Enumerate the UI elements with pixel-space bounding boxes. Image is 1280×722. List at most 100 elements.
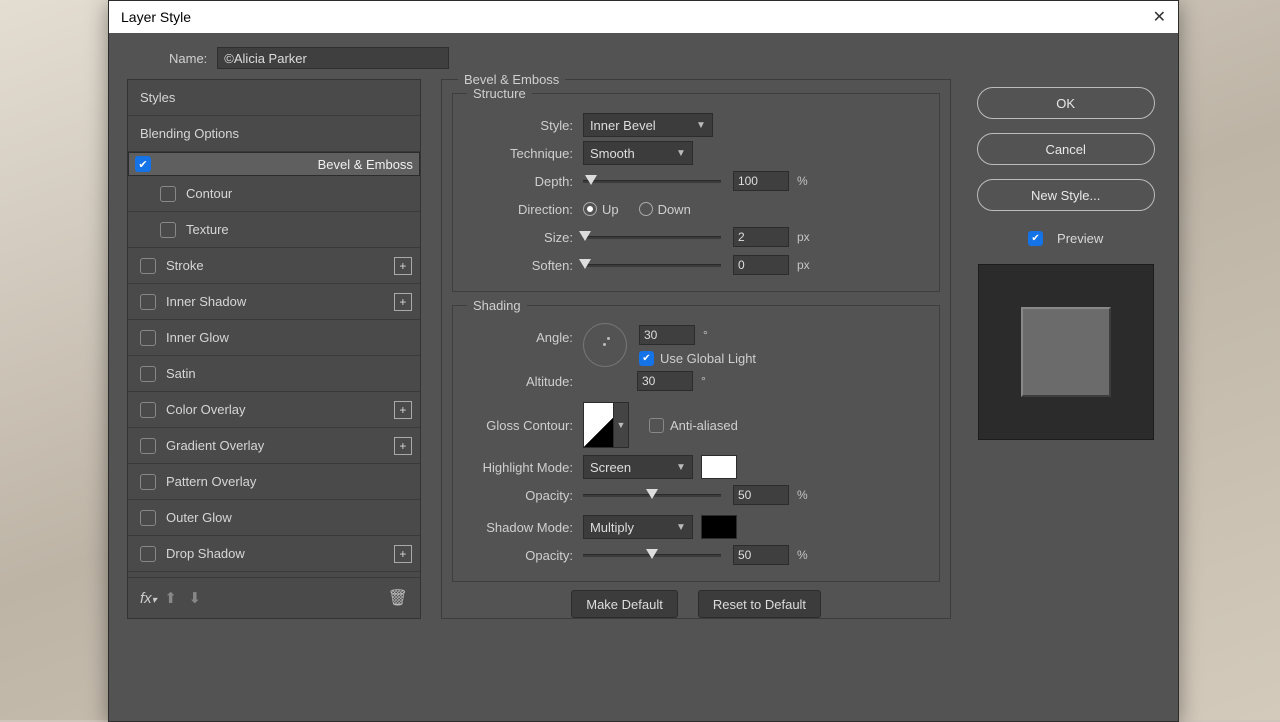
right-panel: OK Cancel New Style... ✔Preview — [971, 79, 1160, 619]
gloss-contour-picker[interactable]: ▼ — [583, 402, 629, 448]
panel-title: Bevel & Emboss — [458, 72, 565, 87]
direction-up-radio[interactable]: Up — [583, 202, 619, 217]
checkbox-icon[interactable] — [140, 330, 156, 346]
chevron-down-icon: ▼ — [676, 522, 686, 533]
plus-icon[interactable]: + — [394, 257, 412, 275]
sidebar-item-gradient-overlay[interactable]: Gradient Overlay+ — [128, 428, 420, 464]
sidebar-item-label: Inner Shadow — [166, 294, 246, 309]
sh-opacity-slider[interactable] — [583, 548, 721, 562]
sidebar-item-styles[interactable]: Styles — [128, 80, 420, 116]
global-light-checkbox[interactable]: ✔Use Global Light — [639, 347, 756, 369]
default-buttons-row: Make Default Reset to Default — [442, 590, 950, 618]
checkbox-icon[interactable] — [160, 186, 176, 202]
checkbox-icon[interactable]: ✔ — [135, 156, 151, 172]
sidebar-item-label: Styles — [140, 90, 175, 105]
layer-style-dialog: Layer Style ✕ Name: Styles Blending Optio… — [108, 0, 1179, 722]
angle-input[interactable] — [639, 325, 695, 345]
fx-icon[interactable]: fx▾ — [140, 590, 157, 607]
sidebar-item-bevel-emboss[interactable]: ✔Bevel & Emboss — [128, 152, 420, 176]
depth-input[interactable] — [733, 171, 789, 191]
sidebar-item-stroke[interactable]: Stroke + — [128, 248, 420, 284]
preview-box — [978, 264, 1154, 440]
antialiased-checkbox[interactable]: Anti-aliased — [649, 418, 738, 433]
checkbox-icon[interactable] — [140, 258, 156, 274]
make-default-button[interactable]: Make Default — [571, 590, 678, 618]
sh-opacity-input[interactable] — [733, 545, 789, 565]
checkbox-icon[interactable] — [140, 402, 156, 418]
technique-label: Technique: — [467, 146, 583, 161]
plus-icon[interactable]: + — [394, 545, 412, 563]
soften-label: Soften: — [467, 258, 583, 273]
sidebar-item-blending-options[interactable]: Blending Options — [128, 116, 420, 152]
highlight-mode-select[interactable]: Screen▼ — [583, 455, 693, 479]
chevron-down-icon: ▼ — [676, 462, 686, 473]
style-select[interactable]: Inner Bevel▼ — [583, 113, 713, 137]
plus-icon[interactable]: + — [394, 401, 412, 419]
close-icon[interactable]: ✕ — [1153, 7, 1166, 27]
hl-opacity-label: Opacity: — [467, 488, 583, 503]
sidebar-item-drop-shadow[interactable]: Drop Shadow+ — [128, 536, 420, 572]
checkbox-icon[interactable] — [140, 510, 156, 526]
soften-input[interactable] — [733, 255, 789, 275]
sidebar-item-pattern-overlay[interactable]: Pattern Overlay — [128, 464, 420, 500]
trash-icon[interactable]: 🗑 — [388, 588, 408, 608]
soften-slider[interactable] — [583, 258, 721, 272]
hl-opacity-slider[interactable] — [583, 488, 721, 502]
new-style-button[interactable]: New Style... — [977, 179, 1155, 211]
direction-down-radio[interactable]: Down — [639, 202, 691, 217]
layer-name-input[interactable] — [217, 47, 449, 69]
soften-unit: px — [797, 258, 810, 272]
sidebar-item-label: Outer Glow — [166, 510, 232, 525]
shadow-mode-label: Shadow Mode: — [467, 520, 583, 535]
technique-select[interactable]: Smooth▼ — [583, 141, 693, 165]
angle-unit: ° — [703, 328, 708, 342]
checkbox-icon[interactable] — [140, 546, 156, 562]
checkbox-icon[interactable] — [160, 222, 176, 238]
chevron-down-icon: ▼ — [676, 148, 686, 159]
arrow-up-icon[interactable]: ⬆ — [164, 590, 177, 607]
sidebar-item-label: Blending Options — [140, 126, 239, 141]
ok-button[interactable]: OK — [977, 87, 1155, 119]
cancel-button[interactable]: Cancel — [977, 133, 1155, 165]
sidebar-item-label: Stroke — [166, 258, 204, 273]
highlight-mode-label: Highlight Mode: — [467, 460, 583, 475]
sidebar-item-texture[interactable]: Texture — [128, 212, 420, 248]
sidebar-item-inner-shadow[interactable]: Inner Shadow + — [128, 284, 420, 320]
arrow-down-icon[interactable]: ⬇ — [189, 590, 202, 607]
altitude-input[interactable] — [637, 371, 693, 391]
sidebar-item-label: Contour — [186, 186, 232, 201]
checkbox-icon[interactable] — [140, 438, 156, 454]
depth-label: Depth: — [467, 174, 583, 189]
sidebar-item-outer-glow[interactable]: Outer Glow — [128, 500, 420, 536]
settings-panel: Bevel & Emboss Structure Style: Inner Be… — [441, 79, 951, 619]
angle-wheel[interactable] — [583, 323, 627, 367]
sidebar-item-label: Inner Glow — [166, 330, 229, 345]
checkbox-icon[interactable] — [140, 366, 156, 382]
highlight-color-swatch[interactable] — [701, 455, 737, 479]
dialog-title: Layer Style — [121, 9, 191, 25]
sidebar-item-color-overlay[interactable]: Color Overlay + — [128, 392, 420, 428]
sh-opacity-label: Opacity: — [467, 548, 583, 563]
sidebar-item-inner-glow[interactable]: Inner Glow — [128, 320, 420, 356]
preview-checkbox[interactable]: ✔Preview — [1028, 231, 1103, 246]
sidebar-item-contour[interactable]: Contour — [128, 176, 420, 212]
sidebar-item-label: Satin — [166, 366, 196, 381]
plus-icon[interactable]: + — [394, 293, 412, 311]
checkbox-icon[interactable] — [140, 474, 156, 490]
depth-unit: % — [797, 174, 808, 188]
checkbox-icon[interactable] — [140, 294, 156, 310]
sidebar-item-satin[interactable]: Satin — [128, 356, 420, 392]
size-label: Size: — [467, 230, 583, 245]
size-slider[interactable] — [583, 230, 721, 244]
depth-slider[interactable] — [583, 174, 721, 188]
name-row: Name: — [109, 33, 1178, 79]
size-input[interactable] — [733, 227, 789, 247]
reset-default-button[interactable]: Reset to Default — [698, 590, 821, 618]
sidebar-item-label: Texture — [186, 222, 229, 237]
hl-opacity-input[interactable] — [733, 485, 789, 505]
shadow-mode-select[interactable]: Multiply▼ — [583, 515, 693, 539]
plus-icon[interactable]: + — [394, 437, 412, 455]
shadow-color-swatch[interactable] — [701, 515, 737, 539]
sidebar-item-label: Color Overlay — [166, 402, 245, 417]
altitude-label: Altitude: — [467, 374, 583, 389]
